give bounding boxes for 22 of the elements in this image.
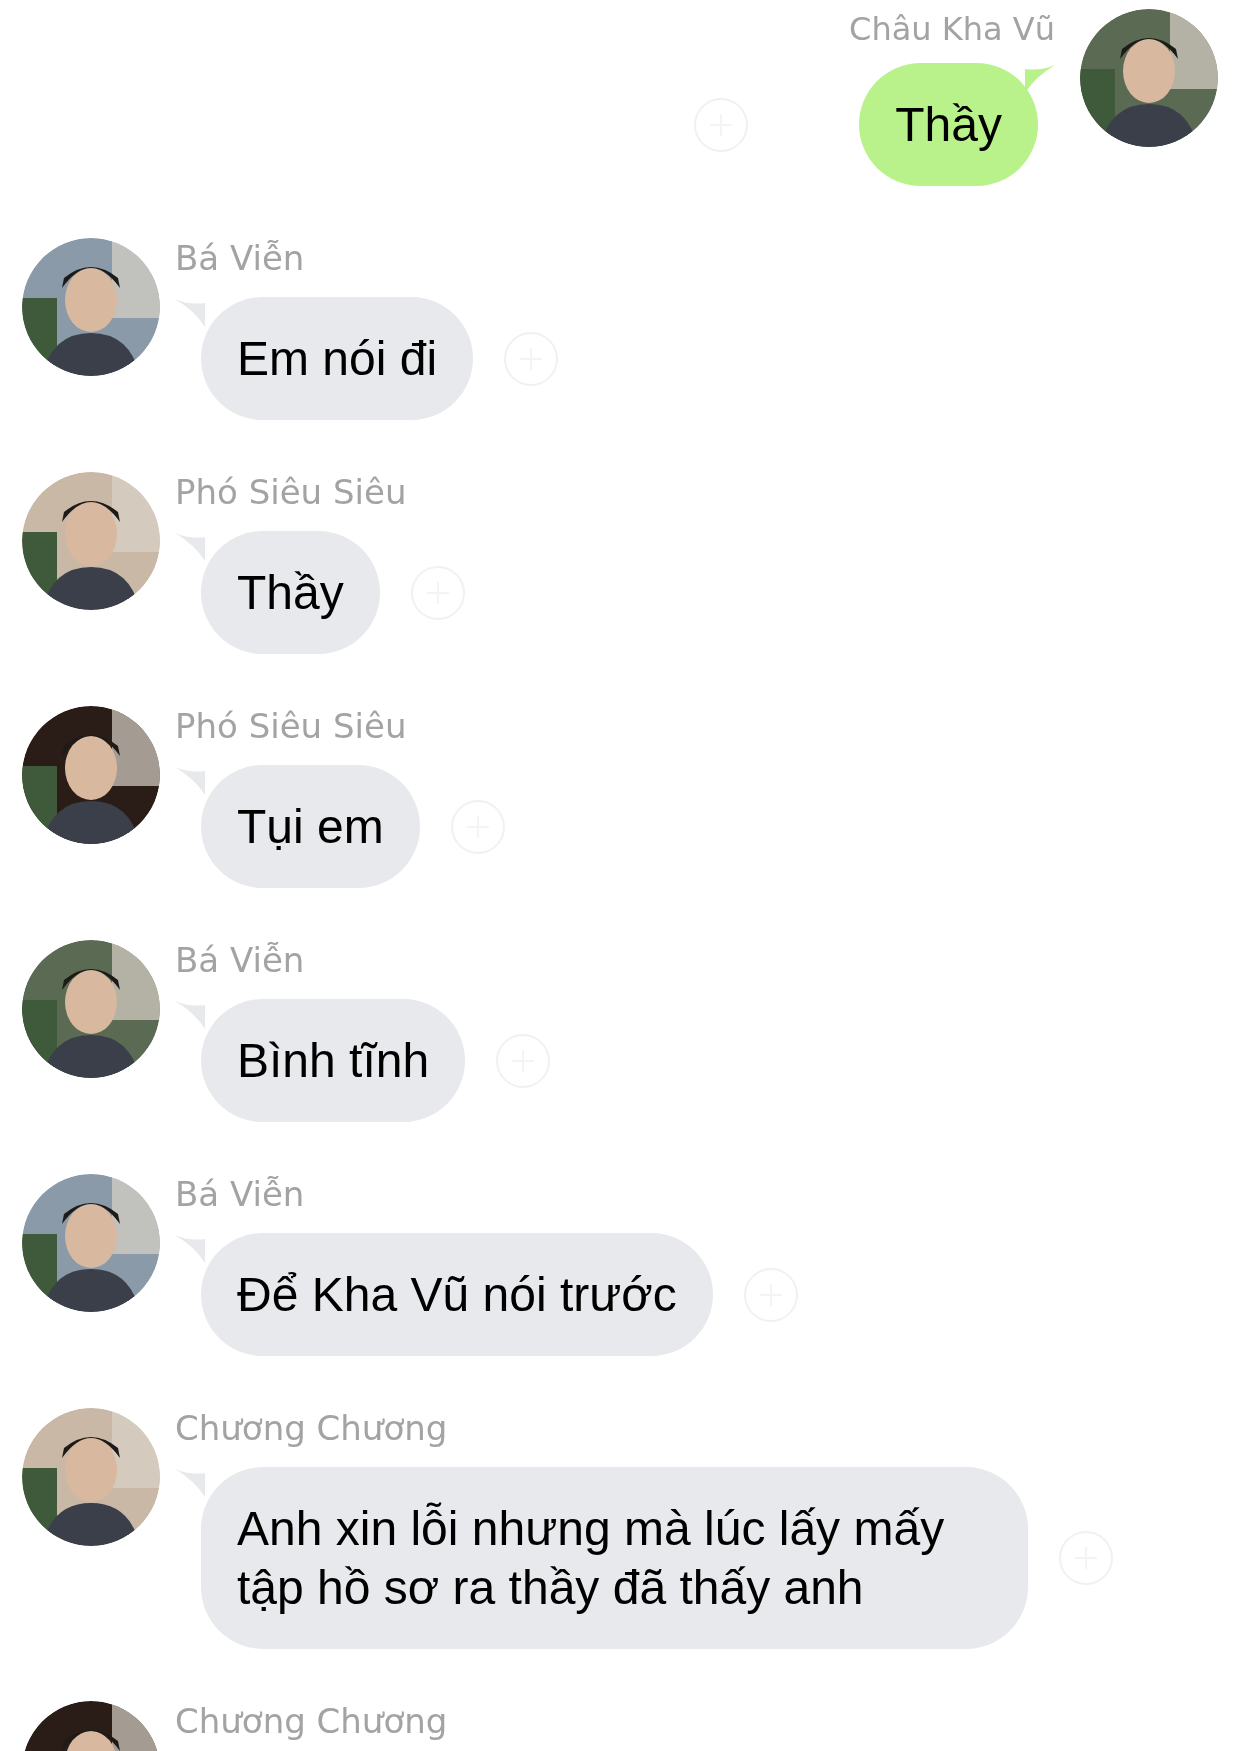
bubble-tail bbox=[175, 765, 205, 795]
sender-name: Châu Kha Vũ bbox=[849, 9, 1055, 49]
message-bubble: Anh xin lỗi nhưng mà lúc lấy mấy tập hồ sơ ra thầy đã thấy anh bbox=[201, 1467, 1028, 1649]
message-bubble: Bình tĩnh bbox=[201, 999, 466, 1122]
bubble-tail bbox=[175, 999, 205, 1029]
message-bubble: Để Kha Vũ nói trước bbox=[201, 1233, 713, 1356]
sender-name: Chương Chương bbox=[175, 1408, 449, 1448]
message-bubble: Thầy bbox=[859, 63, 1038, 186]
sender-name: Bá Viễn bbox=[175, 1174, 306, 1214]
message-bubble: Thầy bbox=[201, 531, 380, 654]
bubble-tail bbox=[175, 1233, 205, 1263]
bubble-tail bbox=[175, 1467, 205, 1497]
bubble-tail bbox=[1025, 63, 1055, 93]
message-bubble: Em nói đi bbox=[201, 297, 474, 420]
sender-name: Phó Siêu Siêu bbox=[175, 706, 408, 746]
sender-name: Phó Siêu Siêu bbox=[175, 472, 408, 512]
bubble-tail bbox=[175, 297, 205, 327]
bubble-tail bbox=[175, 531, 205, 561]
message-bubble: Tụi em bbox=[201, 765, 420, 888]
sender-name: Bá Viễn bbox=[175, 238, 306, 278]
sender-name: Chương Chương bbox=[175, 1701, 448, 1741]
sender-name: Bá Viễn bbox=[175, 940, 306, 980]
